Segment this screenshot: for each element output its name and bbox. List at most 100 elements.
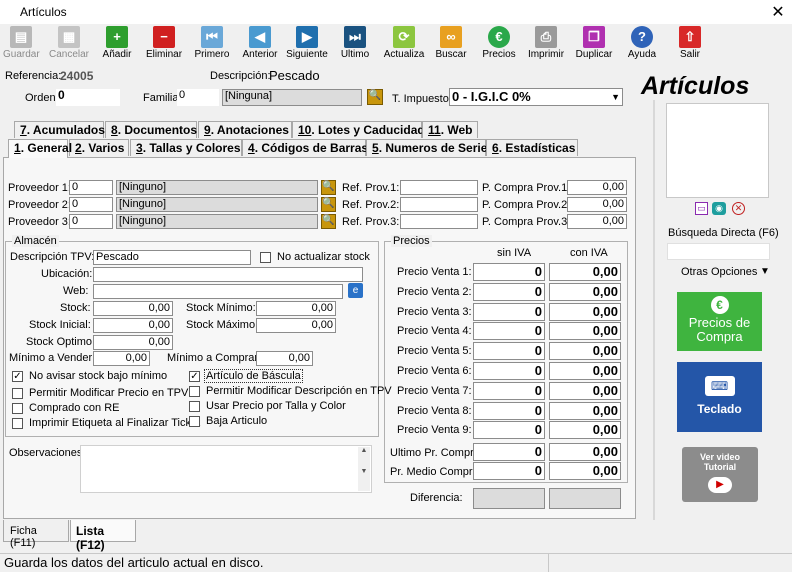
buscar-button[interactable]: ∞ Buscar <box>432 24 470 64</box>
baja-articulo-checkbox[interactable] <box>189 416 200 427</box>
proveedor3-code[interactable]: 0 <box>69 214 113 229</box>
precio-venta-con-field[interactable]: 0,00 <box>549 381 621 400</box>
proveedor2-search-icon[interactable]: 🔍 <box>321 197 336 212</box>
descripcion-field[interactable]: Pescado <box>269 68 320 83</box>
stock-field[interactable]: 0,00 <box>93 301 173 316</box>
proveedor3-search-icon[interactable]: 🔍 <box>321 214 336 229</box>
refprov3-field[interactable] <box>400 214 478 229</box>
primero-button[interactable]: ⏮ Primero <box>192 24 232 64</box>
refprov2-field[interactable] <box>400 197 478 212</box>
stock-ini-field[interactable]: 0,00 <box>93 318 173 333</box>
permitir-desc-checkbox[interactable] <box>189 386 200 397</box>
familia-search-icon[interactable]: 🔍 <box>367 89 383 105</box>
stock-min-field[interactable]: 0,00 <box>256 301 336 316</box>
tab-lotes[interactable]: 10. Lotes y Caducidad <box>292 121 425 138</box>
precio-venta-con-field[interactable]: 0,00 <box>549 322 621 341</box>
desc-tpv-field[interactable]: Pescado <box>93 250 251 265</box>
precio-venta-sin-field[interactable]: 0 <box>473 302 545 321</box>
precio-venta-sin-field[interactable]: 0 <box>473 362 545 380</box>
bascula-checkbox[interactable]: ✓ <box>189 371 200 382</box>
delete-image-icon[interactable]: ✕ <box>732 202 745 215</box>
precio-venta-con-field[interactable]: 0,00 <box>549 282 621 301</box>
observaciones-field[interactable]: ▲ ▼ <box>80 445 372 493</box>
ayuda-button[interactable]: ? Ayuda <box>624 24 660 64</box>
observaciones-scrollbar[interactable]: ▲ ▼ <box>358 447 370 491</box>
precio-venta-sin-field[interactable]: 0 <box>473 421 545 440</box>
impuesto-select[interactable]: 0 - I.G.I.C 0% ▼ <box>449 88 623 106</box>
min-vender-field[interactable]: 0,00 <box>93 351 150 366</box>
ubicacion-field[interactable] <box>93 267 363 282</box>
precio-venta-sin-field[interactable]: 0 <box>473 401 545 420</box>
comprado-re-checkbox[interactable] <box>12 403 23 414</box>
precio-venta-sin-field[interactable]: 0 <box>473 342 545 361</box>
ultimo-con-field[interactable]: 0,00 <box>549 443 621 461</box>
precios-compra-button[interactable]: € Precios de Compra <box>677 292 762 351</box>
min-comprar-field[interactable]: 0,00 <box>256 351 313 366</box>
image-window-icon[interactable]: ▭ <box>695 202 708 215</box>
imprimir-etiqueta-checkbox[interactable] <box>12 418 23 429</box>
close-icon[interactable]: ✕ <box>770 2 786 22</box>
tab-estadisticas[interactable]: 6. Estadísticas <box>486 139 578 156</box>
proveedor1-search-icon[interactable]: 🔍 <box>321 180 336 195</box>
precio-venta-con-field[interactable]: 0,00 <box>549 342 621 361</box>
cancelar-button[interactable]: ▦ Cancelar <box>48 24 90 64</box>
tab-general[interactable]: 1. General <box>8 139 72 158</box>
actualiza-button[interactable]: ⟳ Actualiza <box>382 24 426 64</box>
precio-venta-sin-field[interactable]: 0 <box>473 282 545 301</box>
no-actualizar-checkbox[interactable] <box>260 252 271 263</box>
article-image[interactable] <box>666 103 769 198</box>
precio-talla-checkbox[interactable] <box>189 401 200 412</box>
precio-venta-con-field[interactable]: 0,00 <box>549 263 621 281</box>
precios-button[interactable]: € Precios <box>480 24 518 64</box>
ultimo-sin-field[interactable]: 0 <box>473 443 545 461</box>
guardar-button[interactable]: ▤ Guardar <box>3 24 40 64</box>
tab-web[interactable]: 11. Web <box>422 121 478 138</box>
anterior-button[interactable]: ◀ Anterior <box>240 24 280 64</box>
permitir-precio-checkbox[interactable] <box>12 388 23 399</box>
imprimir-button[interactable]: ⎙ Imprimir <box>526 24 566 64</box>
tab-acumulados[interactable]: 7. Acumulados <box>14 121 105 138</box>
precio-venta-sin-field[interactable]: 0 <box>473 381 545 400</box>
tab-anotaciones[interactable]: 9. Anotaciones <box>198 121 292 138</box>
refprov1-field[interactable] <box>400 180 478 195</box>
pcompra2-field[interactable]: 0,00 <box>567 197 627 212</box>
tab-documentos[interactable]: 8. Documentos <box>105 121 197 138</box>
siguiente-button[interactable]: ▶ Siguiente <box>285 24 329 64</box>
web-link-icon[interactable]: e <box>348 283 363 298</box>
tab-varios[interactable]: 2. Varios <box>69 139 129 156</box>
no-avisar-checkbox[interactable]: ✓ <box>12 371 23 382</box>
otras-opciones-label[interactable]: Otras Opciones <box>681 266 757 278</box>
salir-button[interactable]: ⇧ Salir <box>672 24 708 64</box>
eliminar-button[interactable]: − Eliminar <box>143 24 185 64</box>
precio-venta-con-field[interactable]: 0,00 <box>549 302 621 321</box>
pcompra3-field[interactable]: 0,00 <box>567 214 627 229</box>
tab-ficha[interactable]: Ficha (F11) <box>3 520 69 549</box>
stock-max-field[interactable]: 0,00 <box>256 318 336 333</box>
tab-tallas[interactable]: 3. Tallas y Colores <box>130 139 242 156</box>
otras-opciones-chevron-icon[interactable]: ▼ <box>760 266 770 277</box>
medio-con-field[interactable]: 0,00 <box>549 462 621 480</box>
orden-field[interactable]: 0 <box>56 89 120 106</box>
stock-opt-field[interactable]: 0,00 <box>93 335 173 350</box>
tab-lista[interactable]: Lista (F12) <box>70 520 136 552</box>
teclado-button[interactable]: ⌨ Teclado <box>677 362 762 432</box>
precio-venta-con-field[interactable]: 0,00 <box>549 362 621 380</box>
proveedor1-code[interactable]: 0 <box>69 180 113 195</box>
tab-series[interactable]: 5. Numeros de Serie <box>366 139 487 156</box>
precio-venta-con-field[interactable]: 0,00 <box>549 421 621 440</box>
view-eye-icon[interactable]: ◉ <box>712 202 726 215</box>
proveedor2-code[interactable]: 0 <box>69 197 113 212</box>
medio-sin-field[interactable]: 0 <box>473 462 545 480</box>
duplicar-button[interactable]: ❐ Duplicar <box>574 24 614 64</box>
pcompra1-field[interactable]: 0,00 <box>567 180 627 195</box>
anadir-button[interactable]: + Añadir <box>98 24 136 64</box>
web-field[interactable] <box>93 284 343 299</box>
familia-code-field[interactable]: 0 <box>177 89 219 106</box>
tab-codigos[interactable]: 4. Códigos de Barras <box>242 139 368 156</box>
video-tutorial-button[interactable]: Ver video Tutorial ▶ <box>682 447 758 502</box>
ultimo-button[interactable]: ⏭ Ultimo <box>337 24 373 64</box>
precio-venta-con-field[interactable]: 0,00 <box>549 401 621 420</box>
precio-venta-sin-field[interactable]: 0 <box>473 263 545 281</box>
busqueda-field[interactable] <box>667 243 770 260</box>
precio-venta-sin-field[interactable]: 0 <box>473 322 545 341</box>
